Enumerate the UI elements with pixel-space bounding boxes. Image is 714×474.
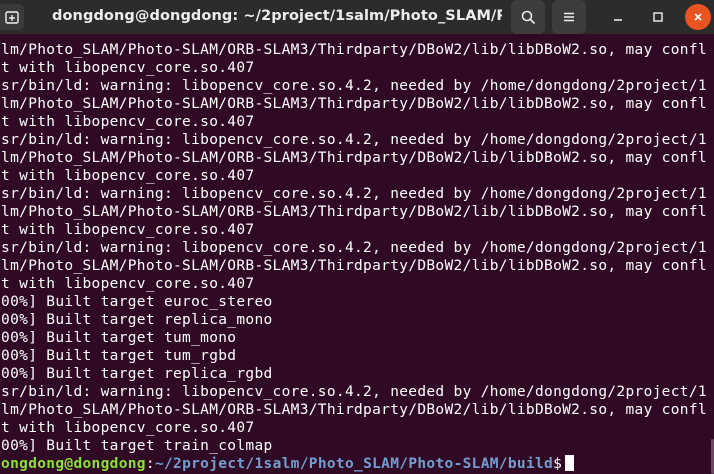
output-line: 100%] Built target tum_mono [0, 330, 237, 346]
maximize-icon [653, 12, 663, 22]
terminal-window: dongdong@dongdong: ~/2project/1salm/Phot… [0, 0, 714, 474]
output-line: usr/bin/ld: warning: libopencv_core.so.4… [0, 384, 707, 400]
search-button[interactable] [511, 0, 545, 34]
command-prompt[interactable]: dongdong@dongdong:~/2project/1salm/Photo… [0, 455, 575, 473]
output-line: 100%] Built target replica_rgbd [0, 366, 273, 382]
close-button[interactable] [685, 4, 711, 30]
output-line: alm/Photo_SLAM/Photo-SLAM/ORB-SLAM3/Thir… [0, 150, 707, 166]
output-line: alm/Photo_SLAM/Photo-SLAM/ORB-SLAM3/Thir… [0, 258, 707, 274]
scrollbar[interactable] [710, 34, 714, 474]
minimize-icon [614, 19, 622, 21]
output-line: usr/bin/ld: warning: libopencv_core.so.4… [0, 78, 707, 94]
output-line: alm/Photo_SLAM/Photo-SLAM/ORB-SLAM3/Thir… [0, 96, 707, 112]
output-line: usr/bin/ld: warning: libopencv_core.so.4… [0, 186, 707, 202]
output-line: ct with libopencv_core.so.407 [0, 420, 255, 436]
new-tab-button[interactable] [0, 4, 24, 30]
output-line: ct with libopencv_core.so.407 [0, 222, 255, 238]
close-icon [694, 13, 702, 21]
output-line: ct with libopencv_core.so.407 [0, 60, 255, 76]
new-tab-icon [5, 11, 19, 24]
output-line: 100%] Built target tum_rgbd [0, 348, 237, 364]
hamburger-menu-icon [564, 12, 574, 22]
window-title: dongdong@dongdong: ~/2project/1salm/Phot… [52, 8, 502, 24]
output-line: alm/Photo_SLAM/Photo-SLAM/ORB-SLAM3/Thir… [0, 204, 707, 220]
output-line: alm/Photo_SLAM/Photo-SLAM/ORB-SLAM3/Thir… [0, 402, 707, 418]
menu-button[interactable] [552, 0, 586, 34]
terminal-output[interactable]: alm/Photo_SLAM/Photo-SLAM/ORB-SLAM3/Thir… [0, 34, 714, 474]
output-line: ct with libopencv_core.so.407 [0, 114, 255, 130]
prompt-path: ~/2project/1salm/Photo_SLAM/Photo-SLAM/b… [154, 456, 554, 472]
prompt-symbol: $ [553, 456, 563, 472]
output-line: ct with libopencv_core.so.407 [0, 276, 255, 292]
output-line: 100%] Built target train_colmap [0, 438, 273, 454]
output-line: alm/Photo_SLAM/Photo-SLAM/ORB-SLAM3/Thir… [0, 42, 707, 58]
minimize-button[interactable] [605, 4, 631, 30]
output-line: usr/bin/ld: warning: libopencv_core.so.4… [0, 240, 707, 256]
search-icon [521, 10, 535, 24]
output-line: 100%] Built target replica_mono [0, 312, 273, 328]
prompt-user-host: dongdong@dongdong [0, 456, 146, 472]
prompt-separator: : [145, 456, 155, 472]
output-line: ct with libopencv_core.so.407 [0, 168, 255, 184]
maximize-button[interactable] [645, 4, 671, 30]
output-line: usr/bin/ld: warning: libopencv_core.so.4… [0, 132, 707, 148]
title-bar[interactable]: dongdong@dongdong: ~/2project/1salm/Phot… [0, 0, 714, 34]
text-cursor [565, 455, 575, 471]
output-line: 100%] Built target euroc_stereo [0, 294, 273, 310]
